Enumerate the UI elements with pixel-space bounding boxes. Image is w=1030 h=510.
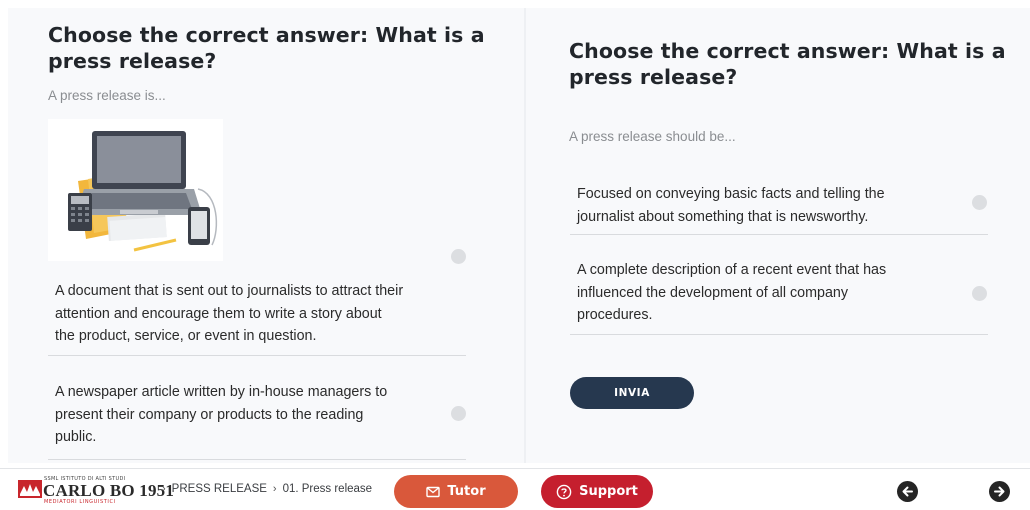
support-button-label: Support [579, 484, 638, 499]
previous-page-button[interactable] [897, 481, 918, 502]
next-page-button[interactable] [989, 481, 1010, 502]
right-option-1[interactable]: Focused on conveying basic facts and tel… [570, 174, 988, 235]
right-option-2-radio-icon[interactable] [972, 286, 987, 301]
question-circle-icon [556, 484, 572, 499]
right-question-subtitle: A press release should be... [569, 129, 736, 144]
support-button[interactable]: Support [541, 475, 653, 508]
laptop-illustration [48, 119, 223, 261]
mail-icon [426, 486, 441, 497]
breadcrumb-chevron-icon: › [272, 483, 277, 495]
breadcrumb-item-lesson[interactable]: 01. Press release [283, 483, 373, 495]
arrow-left-icon [902, 486, 913, 497]
footer-bar: SSML ISTITUTO DI ALTI STUDI CARLO BO 195… [0, 468, 1030, 510]
right-option-2-text: A complete description of a recent event… [577, 262, 887, 323]
breadcrumb-chevron-icon: › [162, 483, 166, 495]
tutor-button-label: Tutor [447, 484, 486, 499]
right-question-panel: Choose the correct answer: What is a pre… [526, 8, 1030, 463]
left-question-title: Choose the correct answer: What is a pre… [48, 23, 485, 73]
logo-main-text: CARLO BO 1951 [43, 481, 175, 500]
left-option-1-text: A document that is sent out to journalis… [55, 283, 404, 344]
logo-bottom-text: MEDIATORI LINGUISTICI [44, 499, 116, 505]
right-question-title: Choose the correct answer: What is a pre… [569, 39, 1006, 89]
right-option-1-radio-icon[interactable] [972, 195, 987, 210]
left-option-1[interactable]: A document that is sent out to journalis… [48, 273, 466, 356]
left-option-2-radio-icon[interactable] [451, 406, 466, 421]
left-option-2-text: A newspaper article written by in-house … [55, 384, 388, 445]
left-option-2[interactable]: A newspaper article written by in-house … [48, 378, 466, 460]
submit-button[interactable]: INVIA [570, 377, 694, 409]
arrow-right-icon [994, 486, 1005, 497]
left-question-subtitle: A press release is... [48, 88, 166, 103]
right-option-2[interactable]: A complete description of a recent event… [570, 254, 988, 335]
left-question-panel: Choose the correct answer: What is a pre… [8, 8, 524, 463]
breadcrumb: › PRESS RELEASE › 01. Press release [162, 483, 372, 495]
logo-emblem-icon [18, 480, 42, 498]
breadcrumb-item-press-release[interactable]: PRESS RELEASE [172, 483, 267, 495]
institution-logo[interactable]: SSML ISTITUTO DI ALTI STUDI CARLO BO 195… [18, 474, 176, 506]
left-option-1-radio-icon[interactable] [451, 249, 466, 264]
right-option-1-text: Focused on conveying basic facts and tel… [577, 186, 885, 225]
laptop-illustration-icon [68, 131, 218, 252]
tutor-button[interactable]: Tutor [394, 475, 518, 508]
